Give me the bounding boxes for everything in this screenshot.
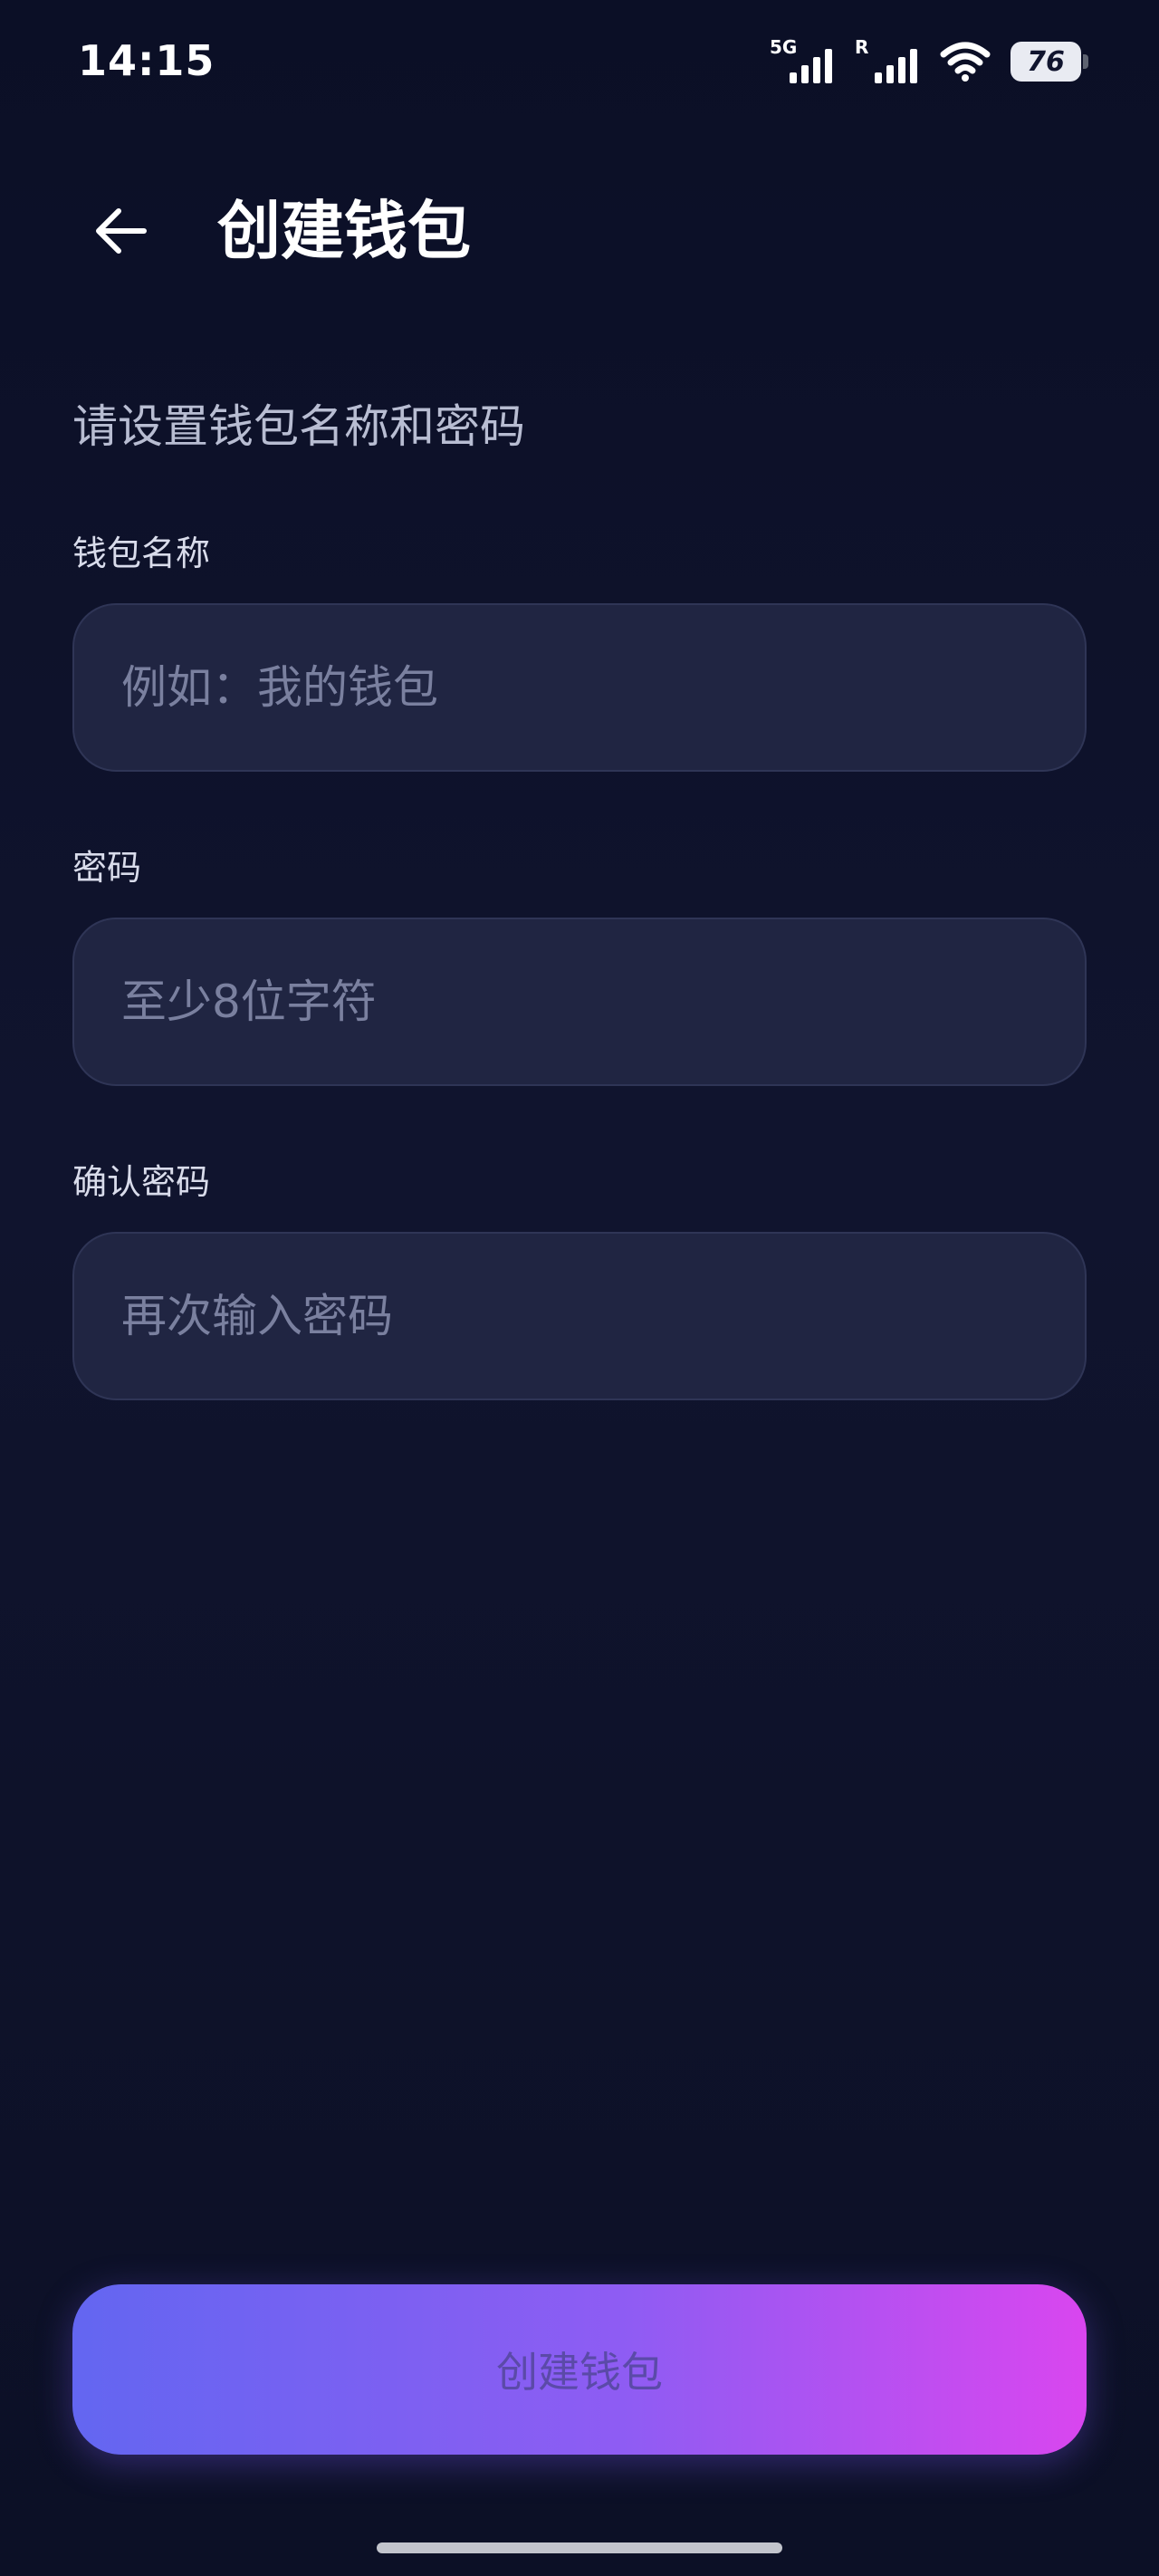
status-bar: 14:15 5G R 76: [0, 0, 1159, 127]
page-title: 创建钱包: [217, 194, 471, 268]
wallet-name-label: 钱包名称: [72, 533, 211, 573]
wifi-icon: [940, 42, 991, 82]
home-indicator[interactable]: [377, 2542, 782, 2553]
cellular-signal-icon: 5G: [770, 36, 835, 87]
create-wallet-button[interactable]: 创建钱包: [72, 2284, 1087, 2455]
password-label: 密码: [72, 848, 142, 888]
roaming-label: R: [855, 36, 869, 58]
battery-icon: 76: [1011, 42, 1088, 82]
back-button[interactable]: [80, 190, 161, 272]
app-header: 创建钱包: [0, 163, 1159, 290]
form-subtitle: 请设置钱包名称和密码: [72, 400, 525, 453]
battery-level: 76: [1027, 45, 1065, 78]
confirm-password-label: 确认密码: [72, 1162, 211, 1202]
signal-bars-icon: [875, 49, 917, 83]
status-icons: 5G R 76: [770, 36, 1088, 87]
arrow-left-icon: [96, 208, 147, 254]
wallet-name-input[interactable]: [72, 603, 1087, 772]
status-time: 14:15: [78, 36, 216, 85]
confirm-password-input[interactable]: [72, 1232, 1087, 1400]
signal-bars-icon: [790, 49, 832, 83]
roaming-signal-icon: R: [855, 36, 920, 87]
password-input[interactable]: [72, 918, 1087, 1086]
